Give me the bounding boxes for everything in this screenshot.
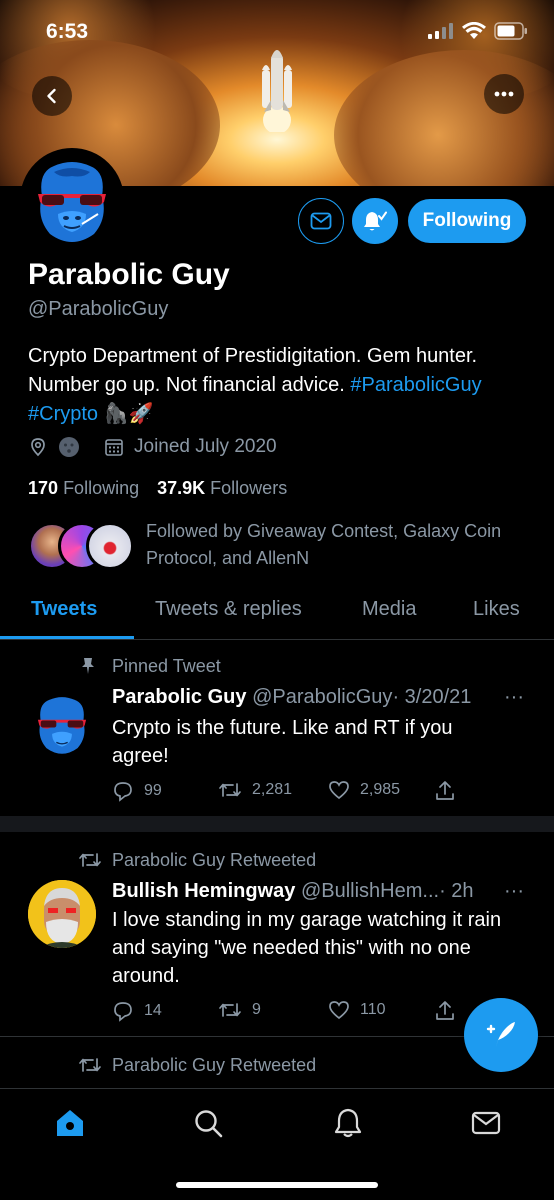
tweet-context: Pinned Tweet: [112, 656, 221, 676]
tab-media[interactable]: Media: [362, 598, 416, 621]
like-button[interactable]: 2,985: [328, 780, 400, 800]
pin-icon: [82, 658, 94, 674]
bell-icon: [364, 211, 387, 231]
tweet-avatar[interactable]: [28, 690, 96, 758]
status-bar: 6:53: [0, 0, 554, 60]
gorilla-avatar-image: [28, 690, 96, 758]
more-options-button[interactable]: [484, 74, 524, 114]
follow-counts: 170 Following 37.9K Followers: [28, 478, 287, 499]
reply-icon: [114, 782, 132, 802]
profile-handle: @ParabolicGuy: [28, 298, 169, 320]
message-button[interactable]: [298, 198, 344, 244]
avatar: [86, 522, 134, 570]
hashtag-link[interactable]: #ParabolicGuy: [350, 374, 481, 396]
tweet-avatar[interactable]: [28, 880, 96, 948]
retweet-icon: [219, 1003, 241, 1017]
tweet-actions: 99 2,281 2,985: [112, 780, 472, 806]
notifications-toggle-button[interactable]: [352, 198, 398, 244]
tweet[interactable]: Parabolic Guy Retweeted Bullish Hemingwa…: [0, 832, 554, 1036]
followers-count-link[interactable]: 37.9K Followers: [157, 478, 287, 499]
share-icon: [436, 1001, 454, 1020]
tweet-text: Crypto is the future. Like and RT if you…: [112, 717, 453, 767]
reply-icon: [114, 1002, 132, 1022]
retweet-icon: [79, 853, 101, 867]
tab-tweets[interactable]: Tweets: [31, 598, 97, 621]
tweet-more-button[interactable]: ···: [504, 880, 524, 903]
tab-tweets-replies[interactable]: Tweets & replies: [155, 598, 302, 621]
heart-icon: [329, 1001, 349, 1020]
tweet-header: Parabolic Guy @ParabolicGuy· 3/20/21: [112, 686, 532, 709]
heart-icon: [329, 781, 349, 800]
tweet-author-handle[interactable]: @ParabolicGuy: [252, 686, 392, 708]
cellular-signal-icon: [428, 23, 453, 39]
profile-bio: Crypto Department of Prestidigitation. G…: [28, 342, 538, 429]
location-pin-icon: [31, 438, 45, 457]
mail-icon: [310, 212, 332, 230]
reply-button[interactable]: 14: [112, 1000, 162, 1022]
banner-smoke: [334, 50, 554, 186]
active-tab-indicator: [0, 636, 134, 639]
more-horizontal-icon: [494, 91, 514, 97]
chevron-left-icon: [47, 88, 56, 104]
retweet-button[interactable]: 2,281: [218, 780, 292, 800]
bio-emoji: 🦍🚀: [103, 403, 154, 425]
retweet-button[interactable]: 9: [218, 1000, 261, 1020]
home-icon[interactable]: [54, 1107, 86, 1139]
tweet-context: Parabolic Guy Retweeted: [112, 850, 317, 870]
tweet-author-name[interactable]: Parabolic Guy: [112, 686, 247, 708]
reply-button[interactable]: 99: [112, 780, 162, 802]
gorilla-avatar-image: [24, 152, 120, 248]
like-button[interactable]: 110: [328, 1000, 386, 1020]
following-button[interactable]: Following: [408, 199, 526, 243]
tweet-author-name[interactable]: Bullish Hemingway: [112, 880, 295, 902]
following-count-link[interactable]: 170 Following: [28, 478, 139, 499]
home-indicator: [176, 1182, 378, 1188]
wifi-icon: [462, 22, 486, 39]
search-icon[interactable]: [192, 1107, 224, 1139]
battery-icon: [494, 22, 527, 40]
tweet-date: · 2h: [439, 880, 474, 902]
tweet-author-handle[interactable]: @BullishHem...: [301, 880, 439, 902]
profile-name: Parabolic Guy: [28, 258, 230, 291]
tweet-more-button[interactable]: ···: [504, 686, 524, 709]
tweet-header: Bullish Hemingway @BullishHem...· 2h: [112, 880, 532, 903]
tweet-context: Parabolic Guy Retweeted: [112, 1055, 317, 1075]
mail-icon[interactable]: [470, 1107, 502, 1139]
tweet-text: I love standing in my garage watching it…: [112, 909, 502, 987]
calendar-icon: [105, 439, 123, 456]
followed-by-text[interactable]: Followed by Giveaway Contest, Galaxy Coi…: [146, 518, 536, 572]
tab-likes[interactable]: Likes: [473, 598, 520, 621]
profile-avatar[interactable]: [20, 148, 124, 252]
joined-date: Joined July 2020: [134, 436, 277, 457]
hashtag-link[interactable]: #Crypto: [28, 403, 98, 425]
moon-face-icon: [59, 437, 79, 457]
share-icon: [436, 781, 454, 800]
profile-tabs: Tweets Tweets & replies Media Likes: [0, 588, 554, 640]
section-divider: [0, 816, 554, 832]
followed-by-avatars[interactable]: [28, 522, 138, 572]
compose-tweet-button[interactable]: [464, 998, 538, 1072]
compose-icon: [486, 1022, 515, 1048]
tweet[interactable]: Pinned Tweet Parabolic Guy @ParabolicGuy…: [0, 640, 554, 816]
status-icons: [428, 22, 528, 40]
back-button[interactable]: [32, 76, 72, 116]
profile-meta: Joined July 2020: [28, 436, 277, 458]
status-time: 6:53: [46, 20, 89, 43]
share-button[interactable]: [434, 1000, 456, 1022]
tweet-date: · 3/20/21: [392, 686, 472, 708]
bell-icon[interactable]: [332, 1107, 364, 1139]
share-button[interactable]: [434, 780, 456, 802]
retweet-icon: [79, 1058, 101, 1072]
hemingway-avatar-image: [28, 880, 96, 948]
retweet-icon: [219, 783, 241, 797]
tweet-actions: 14 9 110: [112, 1000, 472, 1026]
